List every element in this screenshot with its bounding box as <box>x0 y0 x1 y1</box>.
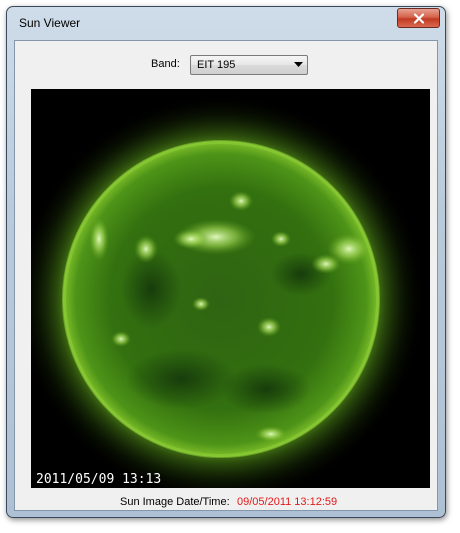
date-value: 09/05/2011 13:12:59 <box>237 496 338 508</box>
band-select[interactable]: EIT 195 <box>190 55 308 75</box>
window-title: Sun Viewer <box>19 16 81 30</box>
image-timestamp: 2011/05/09 13:13 <box>36 472 162 487</box>
close-button[interactable] <box>397 8 440 28</box>
sun-image-panel: 2011/05/09 13:13 <box>31 89 430 488</box>
band-selected-value: EIT 195 <box>197 59 236 71</box>
date-label: Sun Image Date/Time: <box>120 496 230 508</box>
sun-viewer-window: Sun Viewer Band: EIT 195 2011/05/09 13:1… <box>6 6 446 518</box>
title-bar[interactable]: Sun Viewer <box>7 7 445 39</box>
sun-image <box>31 89 430 488</box>
client-area: Band: EIT 195 2011/05/09 13:13 Sun Image… <box>14 40 438 511</box>
date-row: Sun Image Date/Time: 09/05/2011 13:12:59 <box>15 496 437 510</box>
band-label: Band: <box>151 58 180 70</box>
dropdown-arrow-icon <box>294 62 303 67</box>
band-row: Band: EIT 195 <box>15 55 437 75</box>
close-icon <box>413 12 424 24</box>
